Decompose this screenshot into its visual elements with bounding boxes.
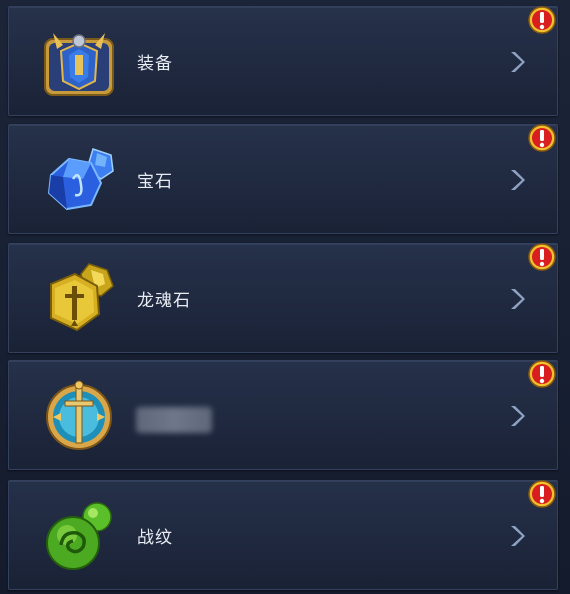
menu-item-battle-pattern[interactable]: 战纹 xyxy=(8,480,558,590)
alert-badge-icon xyxy=(528,480,556,508)
alert-badge-icon xyxy=(528,243,556,271)
sword-emblem-icon xyxy=(46,380,112,450)
menu-item-emblem[interactable] xyxy=(8,360,558,470)
menu-item-label: 龙魂石 xyxy=(137,291,191,311)
gem-icon xyxy=(47,148,114,211)
equipment-menu: 装备 宝石 龙魂石 战纹 xyxy=(0,0,570,594)
menu-item-equipment[interactable]: 装备 xyxy=(8,6,558,116)
battle-pattern-icon xyxy=(46,502,112,570)
chevron-right-icon xyxy=(511,289,525,309)
menu-item-gem[interactable]: 宝石 xyxy=(8,124,558,234)
chevron-right-icon xyxy=(511,526,525,546)
alert-badge-icon xyxy=(528,124,556,152)
menu-item-label: 宝石 xyxy=(137,172,173,192)
chevron-right-icon xyxy=(511,170,525,190)
chevron-right-icon xyxy=(511,406,525,426)
menu-item-dragon-soul-stone[interactable]: 龙魂石 xyxy=(8,243,558,353)
armor-icon xyxy=(44,33,114,96)
chevron-right-icon xyxy=(511,52,525,72)
dragon-soul-stone-icon xyxy=(50,263,114,332)
menu-item-label: 战纹 xyxy=(137,528,173,548)
menu-item-label: 装备 xyxy=(137,54,173,74)
alert-badge-icon xyxy=(528,360,556,388)
alert-badge-icon xyxy=(528,6,556,34)
obscured-label xyxy=(136,407,212,433)
